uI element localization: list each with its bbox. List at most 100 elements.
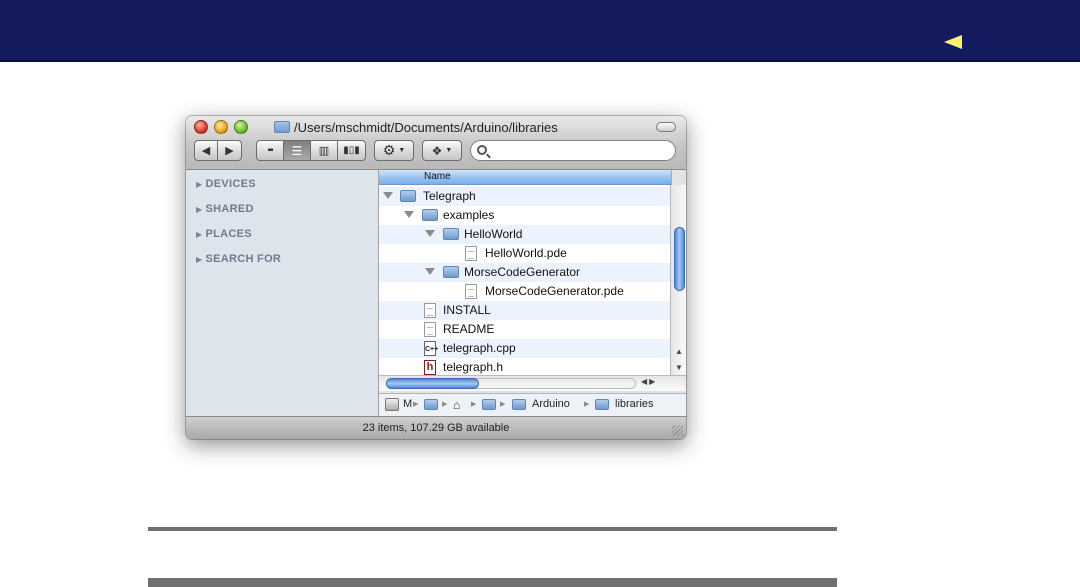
list-view-icon: ☰ [291, 143, 303, 158]
disclosure-triangle-icon[interactable] [383, 192, 393, 199]
list-item-label: README [443, 322, 495, 336]
resize-handle-icon[interactable] [672, 425, 683, 436]
list-item[interactable]: README [379, 320, 670, 339]
path-separator-icon: ▶ [584, 401, 590, 408]
slide-header-banner [0, 0, 1080, 62]
sidebar-section-search-for[interactable]: ▶ SEARCH FOR [196, 253, 281, 265]
document-icon [465, 246, 477, 261]
dropbox-icon: ❖ [431, 143, 443, 158]
minimize-button[interactable] [214, 120, 228, 134]
list-item-label: INSTALL [443, 303, 491, 317]
title-bar[interactable]: /Users/mschmidt/Documents/Arduino/librar… [186, 116, 686, 170]
list-item[interactable]: Telegraph [379, 187, 670, 206]
path-separator-icon: ▶ [500, 401, 506, 408]
list-item[interactable]: HelloWorld [379, 225, 670, 244]
vertical-scrollbar[interactable]: ▲ ▼ [670, 185, 686, 391]
forward-button[interactable]: ▶ [218, 140, 242, 161]
column-header-corner [671, 170, 686, 185]
disclosure-triangle-icon[interactable] [404, 211, 414, 218]
list-view-button[interactable]: ☰ [284, 140, 311, 161]
status-text: 23 items, 107.29 GB available [362, 422, 510, 434]
disclosure-triangle-icon[interactable] [425, 230, 435, 237]
divider [148, 527, 837, 531]
path-separator-icon: ▶ [442, 401, 448, 408]
list-item-label: telegraph.h [443, 360, 504, 374]
hard-disk-icon[interactable] [385, 398, 399, 411]
path-crumb-arduino[interactable]: Arduino [532, 398, 570, 410]
list-item[interactable]: INSTALL [379, 301, 670, 320]
column-view-icon: ▥ [318, 145, 330, 157]
disclosure-triangle-icon: ▶ [196, 180, 203, 189]
list-item-label: MorseCodeGenerator.pde [485, 284, 624, 298]
sidebar: ▶ DEVICES ▶ SHARED ▶ PLACES ▶ SEARCH FOR [186, 170, 379, 416]
users-folder-icon[interactable] [424, 399, 438, 410]
file-list: Name Telegraph examples HelloWorld Hello… [379, 170, 686, 391]
coverflow-view-icon: ▮▯▮ [343, 145, 360, 156]
chevron-down-icon: ▼ [398, 147, 406, 154]
sidebar-section-devices[interactable]: ▶ DEVICES [196, 178, 256, 190]
header-file-icon: h [424, 360, 436, 375]
horizontal-scrollbar[interactable]: ◀▶ [379, 375, 686, 391]
disclosure-triangle-icon: ▶ [196, 230, 203, 239]
list-item[interactable]: HelloWorld.pde [379, 244, 670, 263]
list-item-label: Telegraph [423, 189, 476, 203]
toolbar-toggle-button[interactable] [656, 122, 676, 132]
document-icon [465, 284, 477, 299]
folder-icon [595, 399, 609, 410]
status-bar: 23 items, 107.29 GB available [186, 416, 686, 439]
path-bar: M ▶ ▶ ⌂ ▶ ▶ Arduino ▶ libraries [379, 393, 686, 416]
disclosure-triangle-icon: ▶ [196, 255, 203, 264]
sidebar-section-places[interactable]: ▶ PLACES [196, 228, 252, 240]
scroll-down-arrow-icon[interactable]: ▼ [675, 363, 683, 372]
list-item-label: examples [443, 208, 495, 222]
disclosure-triangle-icon[interactable] [425, 268, 435, 275]
search-field[interactable] [470, 140, 676, 161]
cpp-file-icon: C++ [424, 341, 438, 356]
document-icon [424, 303, 436, 318]
icon-view-icon: ▪▪ [267, 145, 273, 156]
list-item-label: MorseCodeGenerator [464, 265, 581, 279]
close-button[interactable] [194, 120, 208, 134]
gear-icon: ⚙ [382, 142, 396, 158]
action-menu-button[interactable]: ⚙ ▼ [374, 140, 414, 161]
list-item[interactable]: MorseCodeGenerator.pde [379, 282, 670, 301]
icon-view-button[interactable]: ▪▪ [256, 140, 284, 161]
list-item[interactable]: examples [379, 206, 670, 225]
horizontal-scroll-arrows-icon[interactable]: ◀▶ [641, 377, 657, 386]
window-title: /Users/mschmidt/Documents/Arduino/librar… [294, 120, 558, 135]
document-icon [424, 322, 436, 337]
list-item[interactable]: MorseCodeGenerator [379, 263, 670, 282]
sidebar-section-shared[interactable]: ▶ SHARED [196, 203, 254, 215]
list-item[interactable]: C++ telegraph.cpp [379, 339, 670, 358]
list-item-label: telegraph.cpp [443, 341, 516, 355]
folder-icon [400, 190, 416, 202]
path-crumb-libraries[interactable]: libraries [615, 398, 654, 410]
disclosure-triangle-icon: ▶ [196, 205, 203, 214]
list-item-label: HelloWorld.pde [485, 246, 567, 260]
folder-icon [512, 399, 526, 410]
zoom-button[interactable] [234, 120, 248, 134]
path-separator-icon: ▶ [471, 401, 477, 408]
horizontal-scroll-thumb[interactable] [386, 378, 479, 389]
path-separator-icon: ▶ [413, 401, 419, 408]
divider [148, 578, 837, 587]
column-header-name[interactable]: Name [379, 170, 686, 185]
coverflow-view-button[interactable]: ▮▯▮ [338, 140, 366, 161]
list-item-label: HelloWorld [464, 227, 523, 241]
vertical-scroll-thumb[interactable] [674, 227, 685, 291]
documents-folder-icon[interactable] [482, 399, 496, 410]
scroll-up-arrow-icon[interactable]: ▲ [675, 347, 683, 356]
column-view-button[interactable]: ▥ [311, 140, 338, 161]
search-icon [477, 145, 487, 155]
folder-icon [422, 209, 438, 221]
chevron-down-icon: ▼ [445, 147, 453, 154]
back-button[interactable]: ◀ [194, 140, 218, 161]
dropbox-menu-button[interactable]: ❖ ▼ [422, 140, 462, 161]
folder-icon [443, 266, 459, 278]
folder-icon [443, 228, 459, 240]
path-crumb-disk[interactable]: M [403, 398, 412, 410]
finder-window: /Users/mschmidt/Documents/Arduino/librar… [186, 116, 686, 439]
folder-icon [274, 121, 290, 133]
home-icon[interactable]: ⌂ [453, 398, 460, 412]
back-arrow-icon[interactable] [944, 35, 962, 49]
